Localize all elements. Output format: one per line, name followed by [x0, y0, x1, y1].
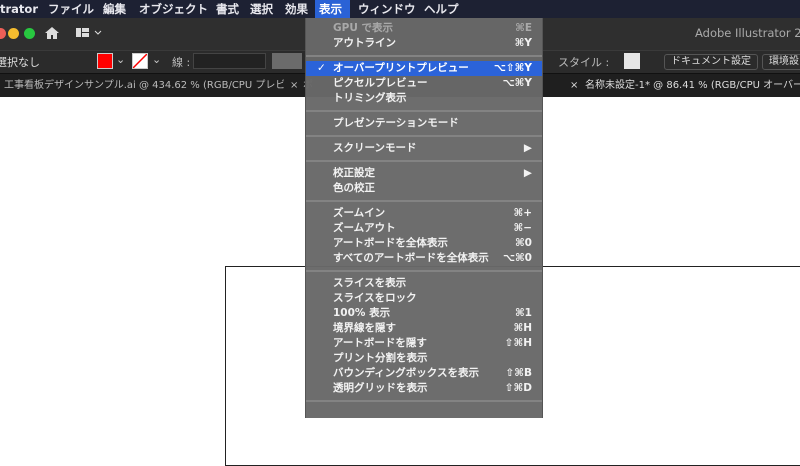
stroke-weight-input[interactable]	[193, 53, 266, 69]
menu-separator	[306, 156, 542, 166]
menu-item-label: 境界線を隠す	[333, 322, 396, 334]
menu-separator	[306, 266, 542, 276]
menu-item-shortcut: ⌥⌘Y	[502, 77, 532, 89]
menu-item[interactable]: GPU で表示 ⌘E	[306, 21, 542, 36]
fill-swatch[interactable]	[97, 53, 113, 69]
menu-item[interactable]: すべてのアートボードを全体表示 ⌥⌘0	[306, 251, 542, 266]
menu-item[interactable]: ✓ オーバープリントプレビュー ⌥⇧⌘Y	[306, 61, 542, 76]
menu-item-shortcut: ⌘H	[513, 322, 532, 334]
menu-item[interactable]: スクリーンモード ▶	[306, 141, 542, 156]
menu-effect[interactable]: 効果	[281, 0, 312, 18]
zoom-window-icon[interactable]	[24, 28, 35, 39]
menu-item-label: 校正設定	[333, 167, 375, 179]
menu-item-label: トリミング表示	[333, 92, 407, 104]
chevron-down-icon[interactable]: ⌄	[152, 53, 161, 66]
style-label: スタイル :	[558, 56, 610, 69]
menu-item-label: プリント分割を表示	[333, 352, 428, 364]
menu-item[interactable]: アートボードを隠す ⇧⌘H	[306, 336, 542, 351]
menu-item[interactable]: プレゼンテーションモード	[306, 116, 542, 131]
menu-item-label: オーバープリントプレビュー	[333, 62, 469, 74]
menu-item-label: バウンディングボックスを表示	[333, 367, 479, 379]
menu-item[interactable]: ズームアウト ⌘−	[306, 221, 542, 236]
menu-item-shortcut: ⌥⌘0	[502, 252, 532, 264]
menu-help[interactable]: ヘルプ	[420, 0, 463, 18]
selection-status: 選択なし	[0, 56, 40, 69]
menu-item-label: ズームアウト	[333, 222, 396, 234]
menu-item-label: ズームイン	[333, 207, 386, 219]
menu-type[interactable]: 書式	[212, 0, 243, 18]
tab-document-1[interactable]: 工事看板デザインサンプル.ai @ 434.62 % (RGB/CPU プレビュ…	[4, 74, 284, 97]
menu-item-shortcut: ⌘−	[513, 222, 532, 234]
menu-item-label: GPU で表示	[333, 22, 393, 34]
menu-item-label: アートボードを全体表示	[333, 237, 448, 249]
menu-item[interactable]: アートボードを全体表示 ⌘0	[306, 236, 542, 251]
menu-item-shortcut: ⌘+	[513, 207, 532, 219]
menu-item-label: アートボードを隠す	[333, 337, 427, 349]
style-swatch[interactable]	[624, 53, 640, 69]
menu-file[interactable]: ファイル	[44, 0, 98, 18]
menu-item-label: すべてのアートボードを全体表示	[333, 252, 489, 264]
menu-item[interactable]: スライスをロック	[306, 291, 542, 306]
menu-item-shortcut: ⌥⇧⌘Y	[493, 62, 532, 74]
window-title: Adobe Illustrator 2021	[695, 26, 800, 40]
menu-item-shortcut: ⌘Y	[514, 37, 532, 49]
menu-item-shortcut: ⌘E	[515, 22, 532, 34]
menu-separator	[306, 396, 542, 406]
menu-item-label: 透明グリッドを表示	[333, 382, 428, 394]
menu-item[interactable]: ピクセルプレビュー ⌥⌘Y	[306, 76, 542, 91]
menu-item[interactable]: ズームイン ⌘+	[306, 206, 542, 221]
menu-select[interactable]: 選択	[246, 0, 277, 18]
menu-item-label: プレゼンテーションモード	[333, 117, 459, 129]
minimize-window-icon[interactable]	[8, 28, 19, 39]
menu-item[interactable]: バウンディングボックスを表示 ⇧⌘B	[306, 366, 542, 381]
menu-view[interactable]: 表示	[315, 0, 350, 18]
menu-separator	[306, 131, 542, 141]
stroke-swatch-none[interactable]	[132, 53, 148, 69]
preferences-button[interactable]: 環境設	[762, 54, 800, 70]
menu-separator	[306, 51, 542, 61]
menu-item-label: 100% 表示	[333, 307, 391, 319]
menu-window[interactable]: ウィンドウ	[354, 0, 420, 18]
tab-document-active[interactable]: 名称未設定-1* @ 86.41 % (RGB/CPU オーバープリント	[585, 74, 800, 97]
workspace-layout-icon[interactable]	[76, 27, 106, 39]
menu-item-shortcut: ⇧⌘D	[504, 382, 532, 394]
menu-separator	[306, 106, 542, 116]
tab-close-icon[interactable]: ×	[570, 74, 578, 97]
document-settings-button[interactable]: ドキュメント設定	[664, 54, 758, 70]
menu-item[interactable]: プリント分割を表示	[306, 351, 542, 366]
chevron-down-icon[interactable]: ⌄	[116, 53, 125, 66]
home-icon[interactable]	[44, 26, 60, 40]
menu-edit[interactable]: 編集	[99, 0, 130, 18]
stroke-label: 線 :	[172, 56, 191, 69]
menu-separator	[306, 196, 542, 206]
menu-item-label: スライスをロック	[333, 292, 417, 304]
tab-close-icon[interactable]: ×	[290, 74, 298, 97]
menu-item[interactable]: トリミング表示	[306, 91, 542, 106]
menu-item-label: アウトライン	[333, 37, 396, 49]
submenu-arrow-icon: ▶	[523, 167, 532, 179]
menu-item[interactable]: アウトライン ⌘Y	[306, 36, 542, 51]
menu-item[interactable]: 校正設定 ▶	[306, 166, 542, 181]
menu-item-label: スクリーンモード	[333, 142, 417, 154]
menu-item[interactable]: スライスを表示	[306, 276, 542, 291]
menu-item-shortcut: ⌘0	[514, 237, 532, 249]
menu-app[interactable]: trator	[0, 0, 42, 18]
menu-item[interactable]: 色の校正	[306, 181, 542, 196]
menu-item[interactable]: 透明グリッドを表示 ⇧⌘D	[306, 381, 542, 396]
menu-item-shortcut: ⇧⌘B	[505, 367, 532, 379]
menu-item-label: スライスを表示	[333, 277, 407, 289]
opacity-field[interactable]	[272, 53, 302, 69]
menu-object[interactable]: オブジェクト	[135, 0, 212, 18]
checkmark-icon: ✓	[317, 62, 326, 74]
view-menu-dropdown: GPU で表示 ⌘E アウトライン ⌘Y ✓ オーバープリントプレビュー ⌥⇧⌘Y ピクセルプ…	[305, 18, 543, 418]
menu-bar: trator ファイル 編集 オブジェクト 書式 選択 効果 表示 ウィンドウ …	[0, 0, 800, 18]
menu-item[interactable]: 境界線を隠す ⌘H	[306, 321, 542, 336]
menu-item-shortcut: ⇧⌘H	[504, 337, 532, 349]
menu-item-label: ピクセルプレビュー	[333, 77, 428, 89]
submenu-arrow-icon: ▶	[523, 142, 532, 154]
menu-item-label: 色の校正	[333, 182, 375, 194]
menu-item[interactable]: 100% 表示 ⌘1	[306, 306, 542, 321]
menu-item-shortcut: ⌘1	[514, 307, 532, 319]
